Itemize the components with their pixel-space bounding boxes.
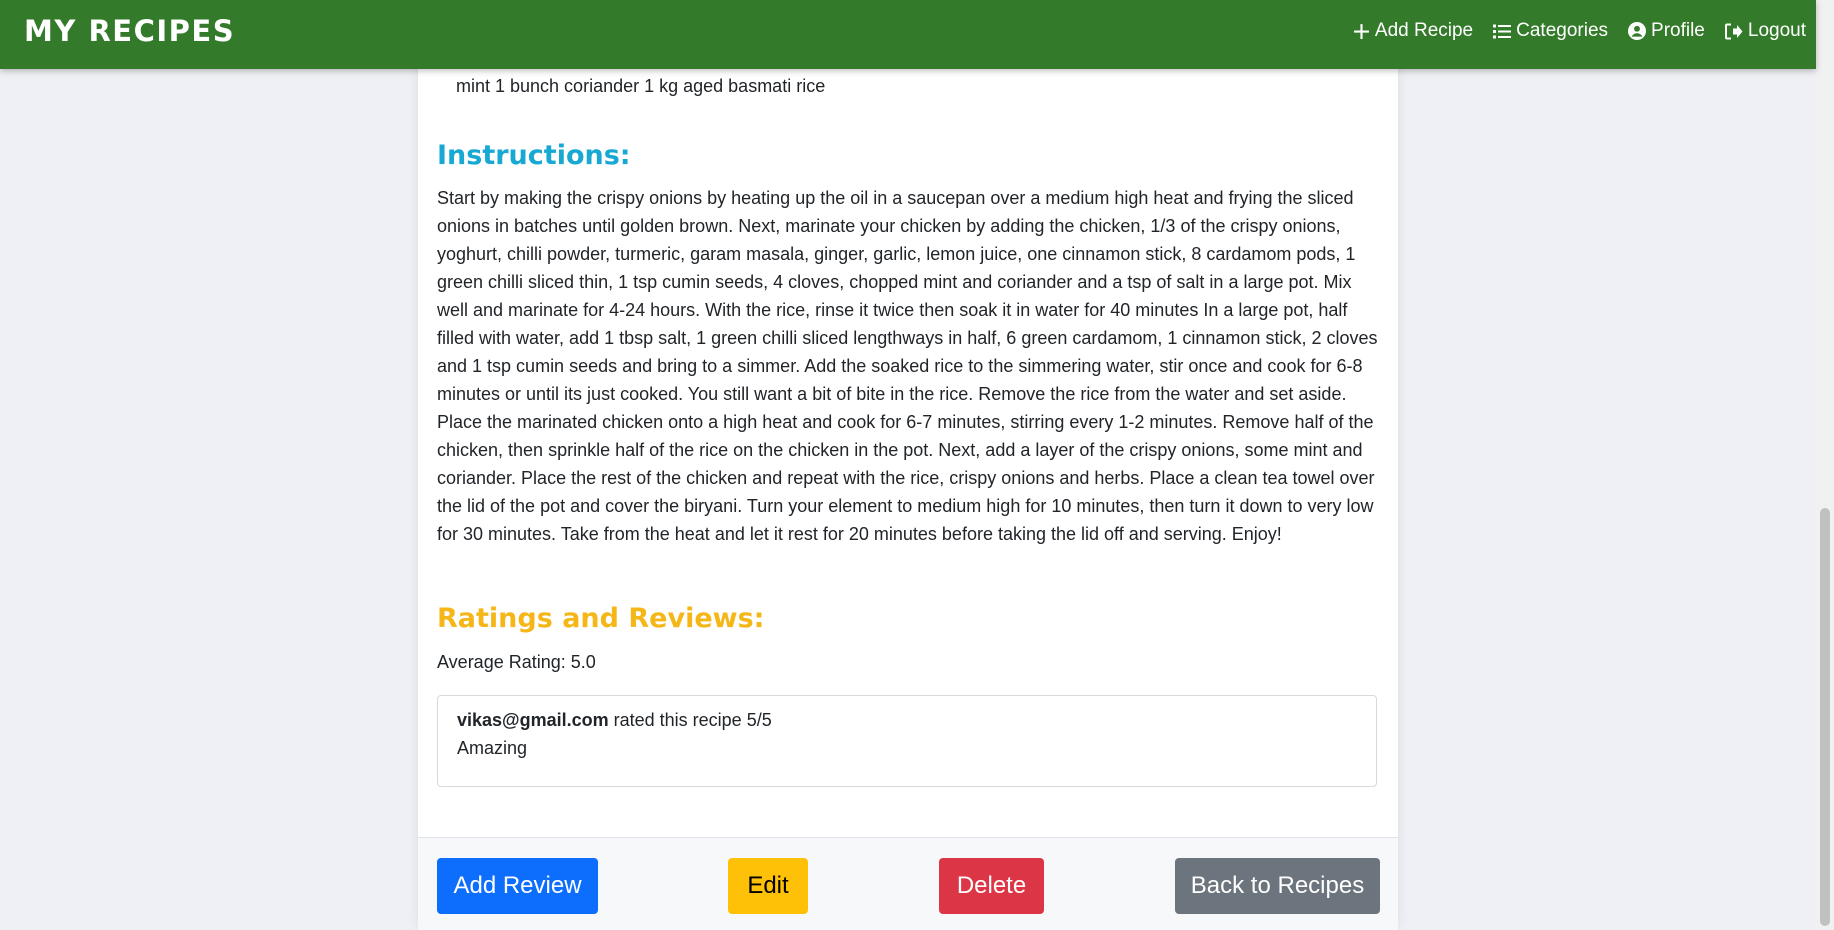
nav-logout[interactable]: Logout	[1724, 20, 1806, 42]
top-navbar: MY RECIPES Add Recipe Categories Profile…	[0, 0, 1816, 69]
review-rating-text: rated this recipe 5/5	[608, 710, 772, 730]
nav-categories-label: Categories	[1516, 20, 1609, 41]
user-circle-icon	[1628, 22, 1647, 40]
ratings-heading: Ratings and Reviews:	[437, 603, 765, 634]
nav-logout-label: Logout	[1747, 20, 1806, 41]
instructions-text: Start by making the crispy onions by hea…	[437, 188, 1378, 544]
list-icon	[1493, 23, 1512, 40]
nav-profile[interactable]: Profile	[1628, 20, 1705, 42]
add-review-button[interactable]: Add Review	[437, 858, 598, 914]
recipe-card: mint 1 bunch coriander 1 kg aged basmati…	[418, 0, 1398, 930]
nav-add-recipe[interactable]: Add Recipe	[1353, 20, 1473, 42]
plus-icon	[1353, 23, 1370, 40]
nav-profile-label: Profile	[1651, 20, 1705, 41]
review-header: vikas@gmail.com rated this recipe 5/5	[457, 706, 1357, 734]
logout-icon	[1724, 23, 1743, 40]
review-comment: Amazing	[457, 738, 528, 758]
scrollbar-thumb[interactable]	[1820, 508, 1830, 926]
page-scrollbar[interactable]	[1816, 0, 1834, 929]
edit-button[interactable]: Edit	[728, 858, 808, 914]
instructions-heading: Instructions:	[437, 140, 631, 171]
back-to-recipes-button[interactable]: Back to Recipes	[1175, 858, 1380, 914]
review-user: vikas@gmail.com	[457, 710, 609, 730]
brand-logo[interactable]: MY RECIPES	[24, 14, 235, 48]
nav-categories[interactable]: Categories	[1493, 20, 1608, 42]
average-rating: Average Rating: 5.0	[437, 652, 596, 672]
nav-links: Add Recipe Categories Profile Logout	[1353, 20, 1806, 42]
ingredients-text: mint 1 bunch coriander 1 kg aged basmati…	[456, 76, 826, 96]
nav-add-recipe-label: Add Recipe	[1374, 20, 1474, 41]
card-footer: Add Review Edit Delete Back to Recipes	[418, 837, 1398, 930]
review-card: vikas@gmail.com rated this recipe 5/5 Am…	[437, 695, 1377, 787]
delete-button[interactable]: Delete	[939, 858, 1044, 914]
